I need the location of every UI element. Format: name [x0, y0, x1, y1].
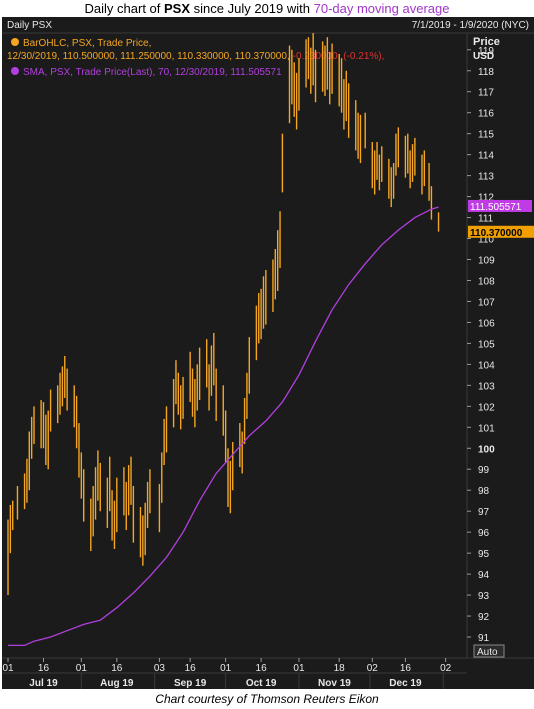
chart-credit: Chart courtesy of Thomson Reuters Eikon [155, 692, 379, 706]
y-tick-label: 115 [478, 130, 494, 141]
x-tick-label: 01 [2, 663, 14, 674]
x-tick-label: 01 [293, 663, 305, 674]
last-price-tag: 110.370000 [468, 225, 534, 239]
y-tick-label: 104 [478, 360, 495, 371]
x-tick-label: 01 [76, 663, 88, 674]
y-tick-label: 92 [478, 612, 490, 623]
y-tick-label: 108 [478, 276, 495, 287]
x-tick-label: 16 [256, 663, 268, 674]
y-tick-label: 106 [478, 318, 495, 329]
x-month-label: Oct 19 [246, 678, 277, 689]
x-month-label: Dec 19 [389, 678, 422, 689]
title-middle: since July 2019 with [190, 1, 314, 16]
y-tick-label: 119 [478, 46, 494, 57]
y-tick-label: 118 [478, 67, 494, 78]
title-accent: 70-day moving average [313, 1, 450, 16]
y-tick-label: 116 [478, 109, 494, 120]
x-tick-label: 16 [400, 663, 412, 674]
chart-title: Daily chart of PSX since July 2019 with … [0, 0, 534, 18]
sma-tag-value: 111.505571 [470, 202, 522, 213]
y-tick-label: 103 [478, 381, 495, 392]
x-tick-label: 02 [367, 663, 379, 674]
bar-series-title: BarOHLC, PSX, Trade Price, [23, 38, 151, 49]
legend-bar[interactable]: BarOHLC, PSX, Trade Price, [11, 38, 151, 49]
y-tick-label: 113 [478, 172, 494, 183]
sma-series-text: SMA, PSX, Trade Price(Last), 70, 12/30/2… [23, 67, 282, 78]
bar-series-icon [11, 38, 19, 46]
y-tick-label: 105 [478, 339, 495, 350]
y-tick-label: 100 [478, 444, 495, 455]
y-tick-label: 97 [478, 507, 490, 518]
y-tick-label: 96 [478, 528, 490, 539]
y-tick-label: 102 [478, 402, 495, 413]
x-month-label: Aug 19 [100, 678, 134, 689]
y-tick-label: 109 [478, 256, 495, 267]
bar-values-text: 12/30/2019, 110.500000, 111.250000, 110.… [7, 51, 290, 62]
chart-panel[interactable]: Daily PSX 7/1/2019 - 1/9/2020 (NYC) BarO… [2, 17, 534, 689]
auto-scale-label: Auto [477, 647, 498, 658]
y-tick-label: 98 [478, 486, 490, 497]
legend-sma[interactable]: SMA, PSX, Trade Price(Last), 70, 12/30/2… [11, 67, 282, 78]
y-tick-label: 95 [478, 549, 490, 560]
y-tick-label: 94 [478, 570, 490, 581]
x-tick-label: 02 [440, 663, 452, 674]
sma-series-icon [11, 67, 19, 75]
x-month-label: Jul 19 [29, 678, 58, 689]
y-tick-label: 117 [478, 88, 494, 99]
x-month-label: Sep 19 [174, 678, 207, 689]
y-tick-label: 93 [478, 591, 490, 602]
title-prefix: Daily chart of [84, 1, 165, 16]
x-tick-label: 16 [185, 663, 197, 674]
panel-name: Daily PSX [7, 20, 52, 31]
x-tick-label: 03 [154, 663, 166, 674]
y-tick-label: 99 [478, 465, 490, 476]
y-tick-label: 91 [478, 633, 490, 644]
y-tick-label: 114 [478, 151, 494, 162]
ohlc-bars [7, 33, 440, 596]
y-tick-label: 101 [478, 423, 495, 434]
chart-canvas[interactable]: Daily PSX 7/1/2019 - 1/9/2020 (NYC) BarO… [2, 17, 534, 689]
y-tick-label: 107 [478, 297, 495, 308]
y-tick-label: 111 [478, 214, 494, 225]
x-month-label: Nov 19 [318, 678, 351, 689]
x-tick-label: 01 [220, 663, 232, 674]
x-tick-label: 16 [38, 663, 50, 674]
sma-price-tag: 111.505571 [468, 199, 532, 213]
x-tick-label: 16 [111, 663, 123, 674]
date-range: 7/1/2019 - 1/9/2020 (NYC) [412, 20, 529, 31]
y-axis: 91 92 93 94 95 96 97 98 99 100 101 102 103 104 105 106 1… [467, 46, 495, 644]
last-tag-value: 110.370000 [470, 228, 523, 239]
x-tick-label: 18 [334, 663, 346, 674]
title-ticker: PSX [164, 1, 191, 16]
